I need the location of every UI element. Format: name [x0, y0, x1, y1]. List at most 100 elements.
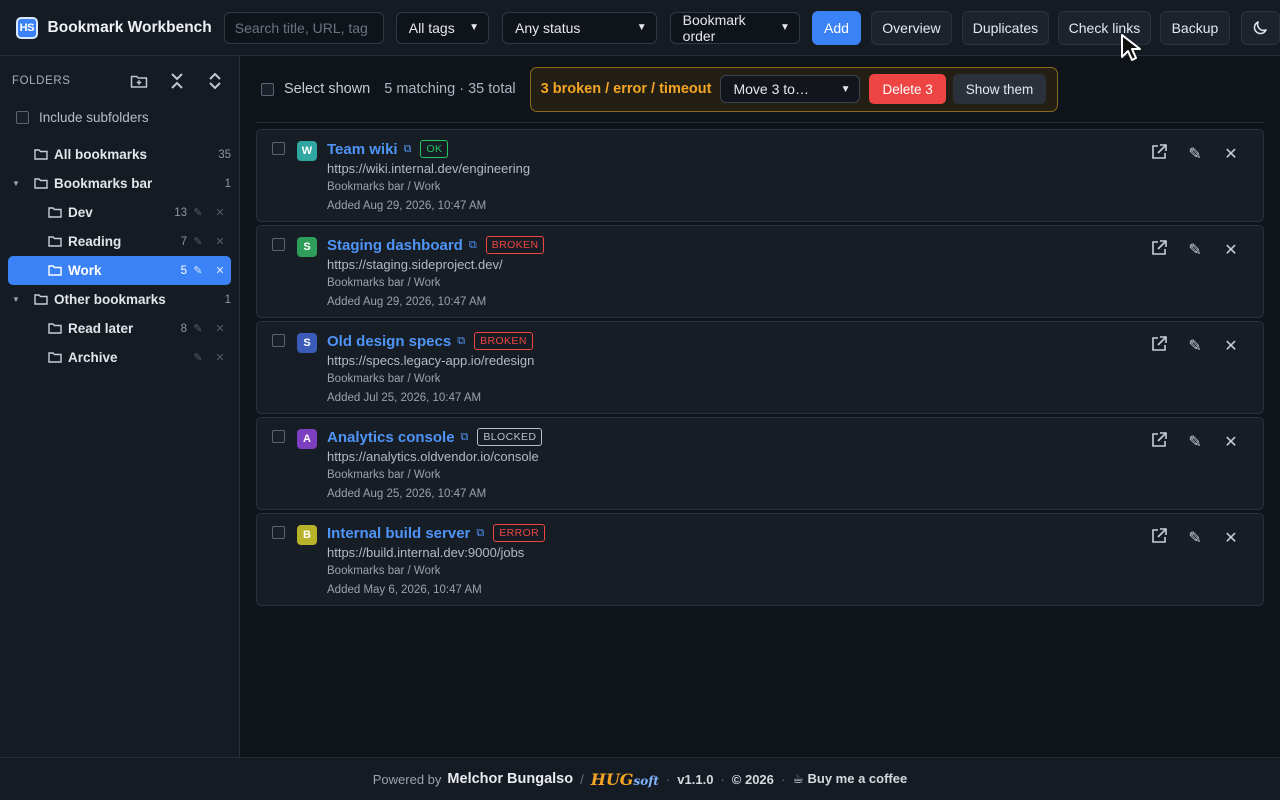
bookmark-title[interactable]: Analytics console: [327, 429, 455, 446]
separator: ·: [720, 771, 725, 787]
bookmark-title[interactable]: Staging dashboard: [327, 237, 463, 254]
folder-name: Read later: [68, 321, 134, 336]
status-filter-select[interactable]: Any status ▼: [502, 11, 657, 44]
folder-read-later[interactable]: Read later 8 ✎ ✕: [8, 314, 231, 343]
bookmark-path: Bookmarks bar / Work: [327, 469, 441, 481]
external-link-icon[interactable]: ⧉: [476, 527, 484, 540]
edit-icon[interactable]: ✎: [1177, 240, 1213, 260]
delete-folder-icon[interactable]: ✕: [209, 351, 231, 364]
backup-button[interactable]: Backup: [1159, 10, 1230, 45]
bookmark-card: A Analytics console ⧉ BLOCKED https://an…: [256, 417, 1264, 510]
include-subfolders-toggle[interactable]: Include subfolders: [0, 106, 239, 128]
sort-select[interactable]: Bookmark order ▼: [669, 11, 800, 44]
external-link-icon[interactable]: ⧉: [461, 431, 469, 444]
duplicates-button[interactable]: Duplicates: [961, 10, 1049, 45]
bookmark-checkbox[interactable]: [272, 334, 285, 347]
include-subfolders-checkbox[interactable]: [16, 110, 29, 124]
delete-icon[interactable]: ✕: [1213, 240, 1249, 260]
external-link-icon[interactable]: ⧉: [404, 143, 412, 156]
folder-sidebar: FOLDERS Include subfolders All bookmarks…: [0, 56, 240, 757]
brand-logo[interactable]: HUGsoft: [591, 770, 659, 789]
delete-icon[interactable]: ✕: [1213, 528, 1249, 548]
folder-tree: All bookmarks 35 ▼ Bookmarks bar 1 Dev 1…: [0, 140, 239, 372]
folder-count: 5: [180, 264, 187, 277]
delete-icon[interactable]: ✕: [1213, 432, 1249, 452]
caret-down-icon[interactable]: ▼: [12, 295, 20, 304]
show-broken-button[interactable]: Show them: [952, 74, 1047, 104]
buy-coffee-link[interactable]: ☕ Buy me a coffee: [792, 771, 907, 787]
delete-broken-button[interactable]: Delete 3: [869, 74, 946, 104]
edit-icon[interactable]: ✎: [1177, 144, 1213, 164]
open-link-icon[interactable]: [1141, 240, 1177, 260]
edit-icon[interactable]: ✎: [1177, 336, 1213, 356]
external-link-icon[interactable]: ⧉: [469, 239, 477, 252]
chevron-down-icon: ▼: [636, 22, 647, 33]
open-link-icon[interactable]: [1141, 336, 1177, 356]
expand-all-icon[interactable]: [203, 69, 227, 93]
status-filter-value: Any status: [515, 19, 581, 36]
chevron-down-icon: ▼: [840, 83, 851, 95]
open-link-icon[interactable]: [1141, 144, 1177, 164]
folder-icon: [34, 294, 48, 305]
add-button[interactable]: Add: [811, 10, 861, 45]
folder-reading[interactable]: Reading 7 ✎ ✕: [8, 227, 231, 256]
copyright-label: © 2026: [731, 771, 774, 787]
folder-count: 35: [218, 148, 231, 161]
separator: ·: [665, 771, 671, 787]
search-input[interactable]: [223, 11, 384, 44]
bookmark-checkbox[interactable]: [272, 142, 285, 155]
folder-count: 8: [180, 322, 187, 335]
bookmark-card: W Team wiki ⧉ OK https://wiki.internal.d…: [256, 129, 1264, 222]
delete-folder-icon[interactable]: ✕: [209, 322, 231, 335]
separator: ·: [780, 771, 786, 787]
new-folder-icon[interactable]: [127, 69, 151, 93]
sort-value: Bookmark order: [682, 11, 746, 44]
bookmark-title[interactable]: Internal build server: [327, 525, 470, 542]
edit-icon[interactable]: ✎: [1177, 432, 1213, 452]
delete-folder-icon[interactable]: ✕: [209, 264, 231, 277]
theme-toggle-button[interactable]: [1240, 10, 1280, 45]
folder-icon: [34, 178, 48, 189]
collapse-all-icon[interactable]: [165, 69, 189, 93]
folder-archive[interactable]: Archive ✎ ✕: [8, 343, 231, 372]
overview-button[interactable]: Overview: [870, 10, 952, 45]
edit-icon[interactable]: ✎: [1177, 528, 1213, 548]
matching-count: 5 matching · 35 total: [384, 81, 516, 97]
move-to-select[interactable]: Move 3 to… ▼: [720, 75, 861, 103]
list-toolbar: Select shown 5 matching · 35 total 3 bro…: [241, 56, 1280, 122]
caret-down-icon[interactable]: ▼: [12, 179, 20, 188]
folder-all-bookmarks[interactable]: All bookmarks 35: [8, 140, 231, 169]
delete-icon[interactable]: ✕: [1213, 336, 1249, 356]
tag-filter-select[interactable]: All tags ▼: [395, 11, 489, 44]
bookmark-title[interactable]: Old design specs: [327, 333, 451, 350]
external-link-icon[interactable]: ⧉: [457, 335, 465, 348]
bookmark-title[interactable]: Team wiki: [327, 141, 398, 158]
select-shown-checkbox[interactable]: [261, 82, 274, 96]
author-link[interactable]: Melchor Bungalso: [447, 771, 573, 787]
edit-folder-icon[interactable]: ✎: [187, 322, 209, 335]
folder-icon: [34, 149, 48, 160]
edit-folder-icon[interactable]: ✎: [187, 235, 209, 248]
edit-folder-icon[interactable]: ✎: [187, 264, 209, 277]
folder-dev[interactable]: Dev 13 ✎ ✕: [8, 198, 231, 227]
folder-bookmarks-bar[interactable]: ▼ Bookmarks bar 1: [8, 169, 231, 198]
folder-other-bookmarks[interactable]: ▼ Other bookmarks 1: [8, 285, 231, 314]
delete-icon[interactable]: ✕: [1213, 144, 1249, 164]
bookmark-checkbox[interactable]: [272, 430, 285, 443]
open-link-icon[interactable]: [1141, 528, 1177, 548]
edit-folder-icon[interactable]: ✎: [187, 351, 209, 364]
delete-folder-icon[interactable]: ✕: [209, 235, 231, 248]
folder-name: Dev: [68, 205, 93, 220]
tag-filter-value: All tags: [408, 19, 455, 36]
bookmark-checkbox[interactable]: [272, 526, 285, 539]
bookmark-cards: W Team wiki ⧉ OK https://wiki.internal.d…: [241, 123, 1280, 606]
open-link-icon[interactable]: [1141, 432, 1177, 452]
folder-work[interactable]: Work 5 ✎ ✕: [8, 256, 231, 285]
folder-name: Work: [68, 263, 102, 278]
select-shown-label[interactable]: Select shown: [284, 81, 370, 97]
delete-folder-icon[interactable]: ✕: [209, 206, 231, 219]
app-logo: HS: [16, 16, 38, 39]
status-badge: ERROR: [493, 524, 546, 542]
edit-folder-icon[interactable]: ✎: [187, 206, 209, 219]
bookmark-checkbox[interactable]: [272, 238, 285, 251]
